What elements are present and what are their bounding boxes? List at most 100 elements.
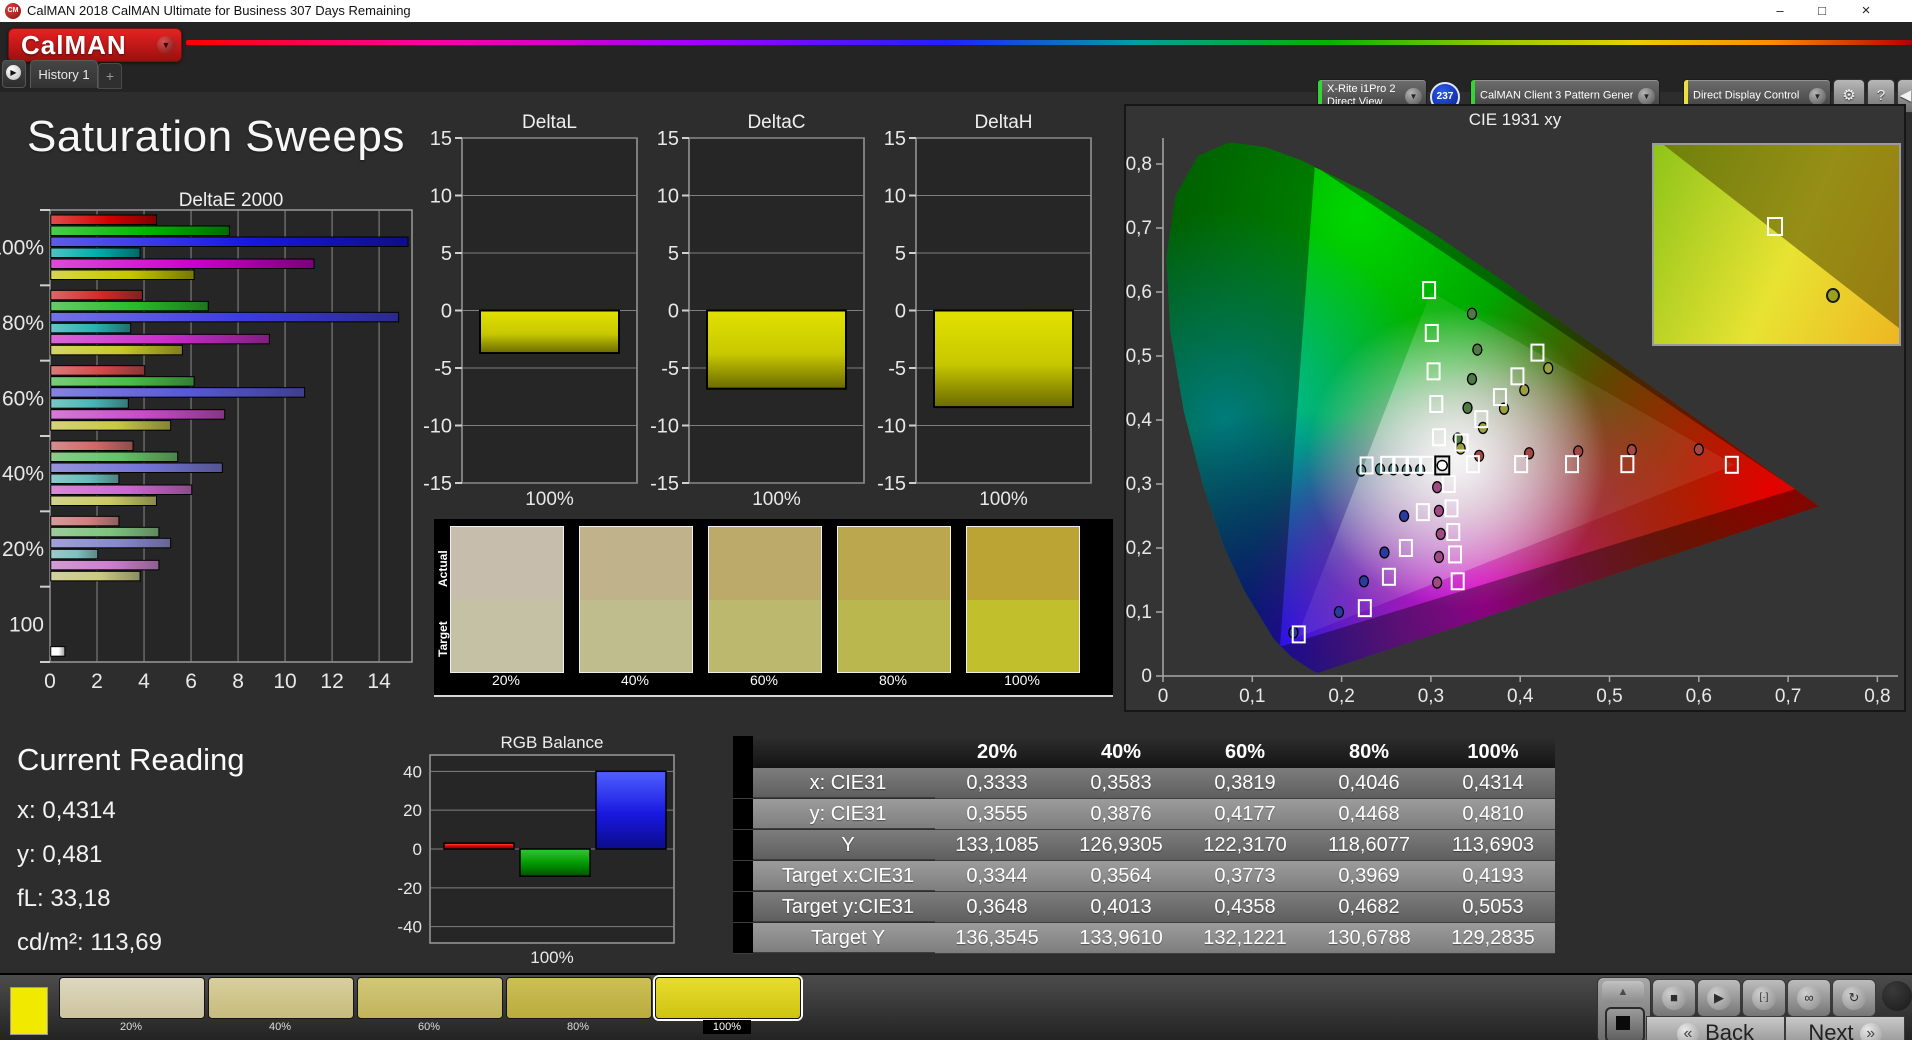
pattern-patch-40%[interactable] <box>208 977 354 1019</box>
rainbow-divider <box>186 40 1912 45</box>
table-cell: 118,6077 <box>1307 830 1431 861</box>
swatch-pair-40% <box>579 526 693 673</box>
deltae-bar-80%-cyan <box>50 322 132 334</box>
deltae-bar-80%-yellow <box>50 344 183 356</box>
table-cell: 0,3583 <box>1059 768 1183 799</box>
deltae-bar-100%-yellow <box>50 269 195 280</box>
calman-menu-button[interactable]: CalMAN ▼ <box>8 28 182 62</box>
reading-y: y: 0,481 <box>17 841 103 868</box>
table-row-label: Target Y <box>753 923 935 953</box>
table-cell: 0,3333 <box>935 768 1059 799</box>
svg-text:40%: 40% <box>2 463 44 486</box>
table-cell: 0,3555 <box>935 799 1059 830</box>
actual-row-label: Actual <box>436 550 450 588</box>
deltac-bar <box>706 309 847 390</box>
table-cell: 113,6903 <box>1431 830 1555 861</box>
svg-text:10: 10 <box>430 186 452 208</box>
close-button[interactable]: × <box>1848 0 1884 22</box>
deltal-chart-title: DeltaL <box>522 112 577 133</box>
stop-icon <box>1616 1016 1630 1030</box>
svg-text:6: 6 <box>185 670 197 693</box>
pattern-patch-label: 60% <box>417 1021 441 1033</box>
next-button[interactable]: Next » <box>1785 1016 1905 1040</box>
table-row-label: y: CIE31 <box>753 799 935 829</box>
table-cell: 136,3545 <box>935 923 1059 954</box>
swatch-pair-100% <box>966 526 1080 673</box>
table-cell: 0,4013 <box>1059 892 1183 923</box>
tab-scroll-button[interactable]: ▶ <box>2 60 26 88</box>
svg-text:-10: -10 <box>650 416 679 438</box>
pattern-patch-100%[interactable] <box>655 977 801 1019</box>
app-header: CalMAN ▼ ▶ History 1 + X-Rite i1Pro 2 Dir… <box>0 22 1912 113</box>
pattern-patch-60%[interactable] <box>357 977 503 1019</box>
window-title: CalMAN 2018 CalMAN Ultimate for Business… <box>27 3 411 18</box>
deltae-bar-80%-green <box>50 300 209 312</box>
maximize-button[interactable]: □ <box>1804 0 1840 22</box>
svg-text:-20: -20 <box>397 879 422 898</box>
svg-text:12: 12 <box>320 670 343 693</box>
tab-history-1[interactable]: History 1 <box>30 60 98 88</box>
svg-text:8: 8 <box>232 670 244 693</box>
dock-up-button[interactable]: ▲ <box>1602 981 1644 1003</box>
add-tab-button[interactable]: + <box>98 63 122 89</box>
deltae-bar-60%-red <box>50 365 146 376</box>
deltae-bar-60%-yellow <box>50 420 172 431</box>
table-cell: 0,3564 <box>1059 861 1183 892</box>
stop-button[interactable]: ■ <box>1652 979 1696 1017</box>
svg-text:100: 100 <box>9 613 44 636</box>
title-bar: CM CalMAN 2018 CalMAN Ultimate for Busin… <box>0 0 1912 22</box>
back-button[interactable]: « Back <box>1646 1016 1785 1040</box>
deltae-bar-100%-magenta <box>50 258 315 269</box>
table-cell: 126,9305 <box>1059 830 1183 861</box>
deltae-bar-40%-red <box>50 440 134 451</box>
chevron-down-icon: ▼ <box>1638 88 1655 105</box>
page-title: Saturation Sweeps <box>27 112 405 161</box>
deltae-bar-100%-green <box>50 225 230 236</box>
gear-icon: ⚙ <box>1842 87 1856 104</box>
rgb-balance-bar-green <box>519 848 591 877</box>
svg-text:-5: -5 <box>434 358 452 380</box>
pattern-patch-80%[interactable] <box>506 977 652 1019</box>
pattern-patch-label: 100% <box>655 1020 799 1034</box>
rgb-balance-title: RGB Balance <box>500 733 604 752</box>
svg-text:80%: 80% <box>2 312 44 335</box>
deltae-bar-40%-magenta <box>50 484 193 495</box>
swatch-pair-20% <box>450 526 564 673</box>
svg-text:-15: -15 <box>423 473 452 495</box>
deltae-bar-80%-red <box>50 289 143 301</box>
swatch-level-label: 100% <box>1004 672 1040 688</box>
table-corner <box>733 736 753 768</box>
svg-text:10: 10 <box>657 186 679 208</box>
deltac-chart-title: DeltaC <box>747 112 806 133</box>
table-cell: 0,3773 <box>1183 861 1307 892</box>
table-cell: 130,6788 <box>1307 923 1431 954</box>
measured-point-marker <box>1825 288 1840 304</box>
svg-text:-10: -10 <box>877 416 906 438</box>
svg-text:5: 5 <box>668 243 679 265</box>
deltae-bar-40%-cyan <box>50 473 120 484</box>
selected-color-swatch <box>10 987 48 1035</box>
table-cell: 0,4358 <box>1183 892 1307 923</box>
table-left-strip <box>733 861 753 892</box>
table-left-strip <box>733 799 753 830</box>
play-icon: ▶ <box>1707 986 1731 1010</box>
frame-button[interactable]: [·] <box>1742 979 1786 1017</box>
refresh-button[interactable]: ↻ <box>1832 979 1876 1017</box>
table-cell: 0,3969 <box>1307 861 1431 892</box>
svg-text:-5: -5 <box>661 358 679 380</box>
loop-button[interactable]: ∞ <box>1787 979 1831 1017</box>
actual-target-strip: Actual Target 20% 40% 60% 80% 100% <box>434 519 1113 697</box>
minimize-button[interactable]: – <box>1762 0 1798 22</box>
table-header-100%: 100% <box>1431 736 1555 768</box>
deltae-bar-100%-cyan <box>50 247 141 258</box>
table-cell: 0,4314 <box>1431 768 1555 799</box>
stop-icon: ■ <box>1662 986 1686 1010</box>
pattern-stop-button[interactable] <box>1605 1007 1645 1040</box>
swatch-level-label: 60% <box>749 672 779 688</box>
loop-icon: ∞ <box>1797 986 1821 1010</box>
reading-cdm2: cd/m²: 113,69 <box>17 929 162 956</box>
chevron-left-icon: « <box>1676 1023 1699 1040</box>
pattern-patch-20%[interactable] <box>59 977 205 1019</box>
play-button[interactable]: ▶ <box>1697 979 1741 1017</box>
table-left-strip <box>733 892 753 923</box>
